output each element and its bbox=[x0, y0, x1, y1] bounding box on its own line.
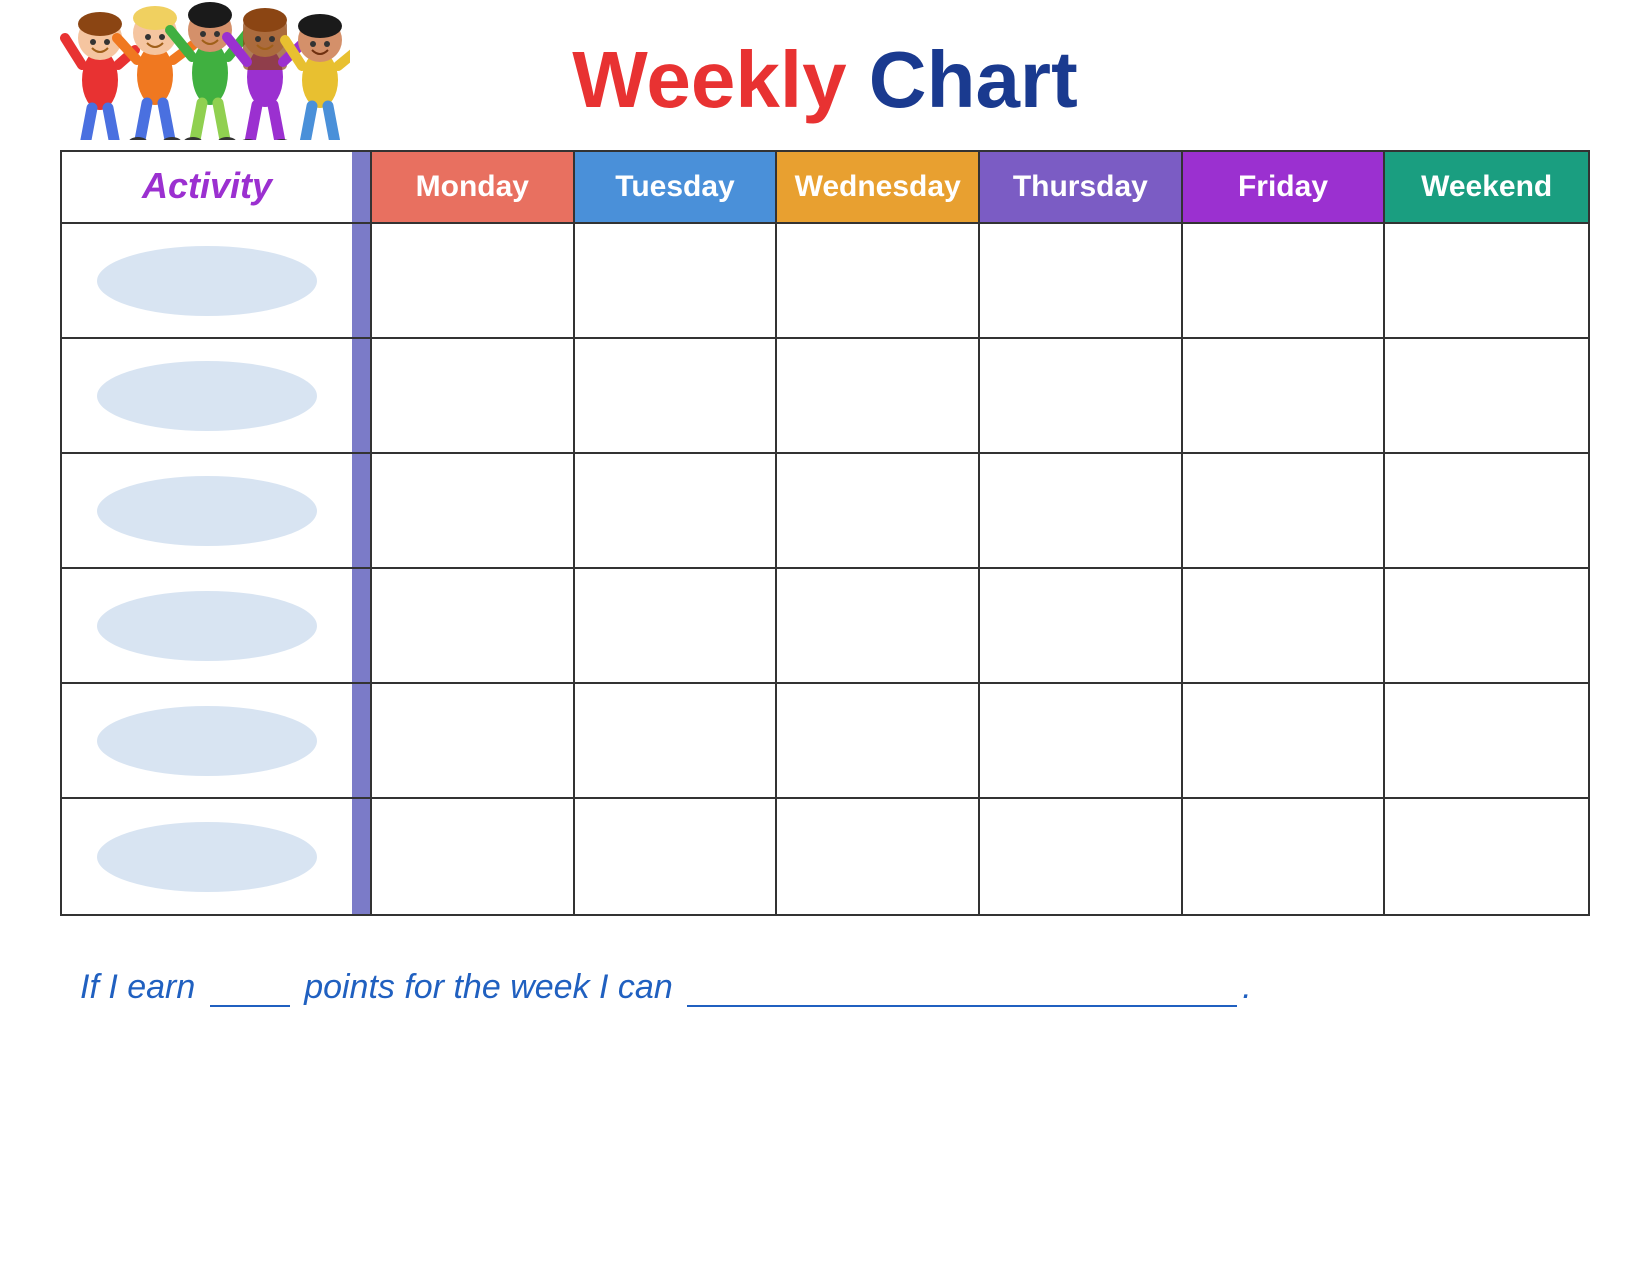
monday-header: Monday bbox=[372, 152, 575, 222]
thursday-cell bbox=[980, 454, 1183, 567]
weekend-cell bbox=[1385, 799, 1588, 914]
wednesday-cell bbox=[777, 454, 980, 567]
weekend-header: Weekend bbox=[1385, 152, 1588, 222]
table-row bbox=[62, 454, 1588, 569]
weekend-cell bbox=[1385, 454, 1588, 567]
tuesday-cell bbox=[575, 454, 778, 567]
footer-text-middle: points for the week I can bbox=[304, 968, 673, 1006]
tuesday-cell bbox=[575, 569, 778, 682]
column-divider bbox=[352, 152, 372, 222]
header-row: Activity Monday Tuesday Wednesday Thursd… bbox=[62, 152, 1588, 224]
activity-cell bbox=[62, 569, 352, 682]
activity-header: Activity bbox=[62, 152, 352, 222]
thursday-cell bbox=[980, 339, 1183, 452]
friday-header: Friday bbox=[1183, 152, 1386, 222]
activity-oval bbox=[97, 591, 317, 661]
activity-oval bbox=[97, 706, 317, 776]
friday-cell bbox=[1183, 454, 1386, 567]
thursday-cell bbox=[980, 569, 1183, 682]
divider-cell bbox=[352, 569, 372, 682]
tuesday-header: Tuesday bbox=[575, 152, 778, 222]
footer-blank-points bbox=[210, 966, 290, 1007]
title-weekly: Weekly bbox=[572, 35, 846, 124]
footer-text: If I earn points for the week I can . bbox=[60, 966, 1590, 1007]
friday-cell bbox=[1183, 569, 1386, 682]
divider-cell bbox=[352, 684, 372, 797]
tuesday-cell bbox=[575, 684, 778, 797]
monday-cell bbox=[372, 569, 575, 682]
monday-cell bbox=[372, 684, 575, 797]
friday-cell bbox=[1183, 339, 1386, 452]
activity-cell bbox=[62, 224, 352, 337]
activity-cell bbox=[62, 799, 352, 914]
wednesday-cell bbox=[777, 224, 980, 337]
table-row bbox=[62, 569, 1588, 684]
divider-cell bbox=[352, 224, 372, 337]
weekly-chart: Activity Monday Tuesday Wednesday Thursd… bbox=[60, 150, 1590, 916]
thursday-header: Thursday bbox=[980, 152, 1183, 222]
monday-cell bbox=[372, 454, 575, 567]
title-chart: Chart bbox=[869, 35, 1078, 124]
weekend-cell bbox=[1385, 339, 1588, 452]
friday-cell bbox=[1183, 684, 1386, 797]
wednesday-cell bbox=[777, 569, 980, 682]
tuesday-cell bbox=[575, 339, 778, 452]
activity-cell bbox=[62, 684, 352, 797]
wednesday-cell bbox=[777, 684, 980, 797]
divider-cell bbox=[352, 454, 372, 567]
wednesday-header: Wednesday bbox=[777, 152, 980, 222]
thursday-cell bbox=[980, 684, 1183, 797]
weekend-cell bbox=[1385, 684, 1588, 797]
footer-text-before: If I earn bbox=[80, 968, 195, 1006]
table-row bbox=[62, 339, 1588, 454]
monday-cell bbox=[372, 224, 575, 337]
kids-illustration bbox=[60, 0, 350, 140]
activity-cell bbox=[62, 339, 352, 452]
tuesday-cell bbox=[575, 799, 778, 914]
footer-blank-reward bbox=[687, 966, 1237, 1007]
friday-cell bbox=[1183, 799, 1386, 914]
page: Weekly Chart Activity Monday Tuesday Wed… bbox=[0, 0, 1650, 1275]
activity-oval bbox=[97, 246, 317, 316]
activity-cell bbox=[62, 454, 352, 567]
tuesday-cell bbox=[575, 224, 778, 337]
thursday-cell bbox=[980, 799, 1183, 914]
table-row bbox=[62, 224, 1588, 339]
activity-oval bbox=[97, 476, 317, 546]
activity-oval bbox=[97, 361, 317, 431]
friday-cell bbox=[1183, 224, 1386, 337]
activity-oval bbox=[97, 822, 317, 892]
table-row bbox=[62, 799, 1588, 914]
divider-cell bbox=[352, 339, 372, 452]
activity-label: Activity bbox=[142, 165, 272, 212]
wednesday-cell bbox=[777, 339, 980, 452]
footer-period: . bbox=[1242, 968, 1251, 1006]
title-area: Weekly Chart bbox=[60, 40, 1590, 140]
divider-cell bbox=[352, 799, 372, 914]
monday-cell bbox=[372, 799, 575, 914]
weekend-cell bbox=[1385, 224, 1588, 337]
data-rows bbox=[62, 224, 1588, 914]
weekend-cell bbox=[1385, 569, 1588, 682]
table-row bbox=[62, 684, 1588, 799]
monday-cell bbox=[372, 339, 575, 452]
title-text: Weekly Chart bbox=[572, 40, 1077, 130]
thursday-cell bbox=[980, 224, 1183, 337]
wednesday-cell bbox=[777, 799, 980, 914]
